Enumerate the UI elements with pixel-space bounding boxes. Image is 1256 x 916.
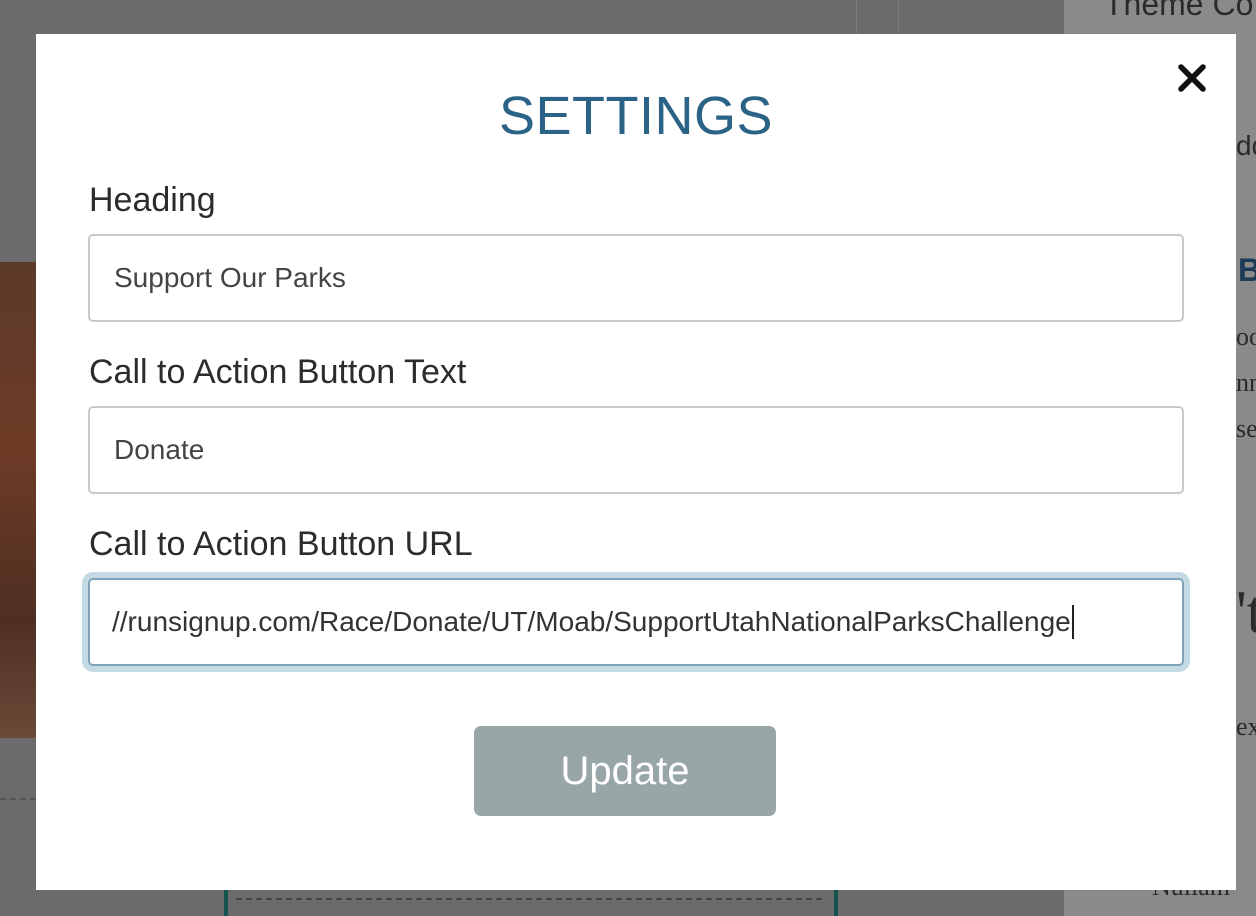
background-text-fragment: oo — [1236, 322, 1256, 351]
cta-url-value: //runsignup.com/Race/Donate/UT/Moab/Supp… — [112, 606, 1071, 637]
cta-text-label: Call to Action Button Text — [89, 353, 467, 391]
background-text-fragment: B — [1238, 252, 1256, 288]
background-text-fragment: se — [1236, 414, 1256, 443]
background-text-fragment: ex — [1236, 712, 1256, 741]
background-photo — [0, 262, 36, 738]
background-editor-block — [224, 888, 838, 916]
background-dashed-line — [236, 898, 822, 900]
background-theme-label: Theme Co — [1104, 0, 1254, 22]
background-divider — [856, 0, 857, 34]
background-text-fragment: dd — [1236, 130, 1256, 161]
cta-url-label: Call to Action Button URL — [89, 525, 473, 563]
background-dashed-line — [0, 798, 36, 800]
cta-text-input[interactable]: Donate — [88, 406, 1184, 494]
text-caret — [1071, 604, 1074, 639]
settings-modal: SETTINGS Heading Support Our Parks Call … — [36, 34, 1236, 890]
heading-label: Heading — [89, 181, 216, 219]
background-text-fragment: 't — [1236, 579, 1256, 645]
update-button[interactable]: Update — [474, 726, 776, 816]
heading-input[interactable]: Support Our Parks — [88, 234, 1184, 322]
background-divider — [898, 0, 899, 34]
background-text-fragment: nn — [1236, 368, 1256, 397]
cta-url-input[interactable]: //runsignup.com/Race/Donate/UT/Moab/Supp… — [88, 578, 1184, 666]
modal-title: SETTINGS — [498, 86, 774, 146]
